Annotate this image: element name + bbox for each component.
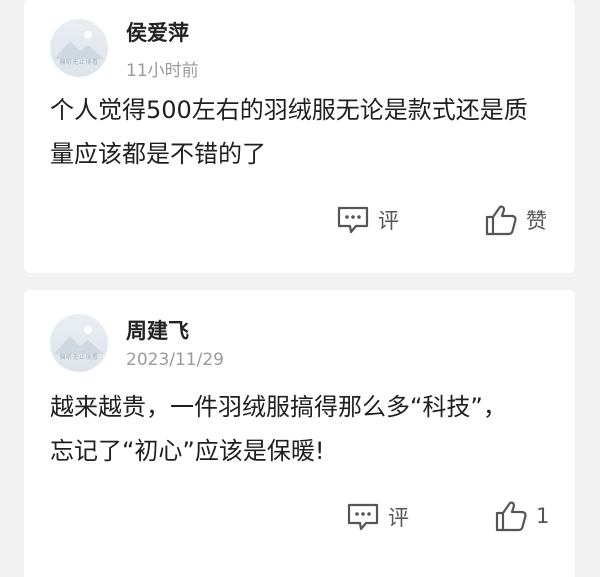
mountain-icon bbox=[54, 31, 104, 59]
like-label: 赞 bbox=[526, 209, 547, 233]
comment-text: 越来越贵，一件羽绒服搞得那么多“科技”，忘记了“初心”应该是保暖! bbox=[50, 393, 507, 465]
reply-label: 评 bbox=[388, 506, 409, 530]
reply-button[interactable]: 评 bbox=[336, 205, 399, 235]
username[interactable]: 周建飞 bbox=[126, 315, 189, 345]
comment-bubble-icon bbox=[337, 206, 369, 234]
reply-button[interactable]: 评 bbox=[346, 502, 409, 532]
avatar[interactable]: 偏听无止境看 bbox=[50, 314, 108, 372]
thumbs-up-icon bbox=[495, 501, 527, 532]
reply-label: 评 bbox=[378, 209, 399, 233]
avatar[interactable]: 偏听无止境看 bbox=[50, 19, 108, 77]
avatar-caption: 偏听无止境看 bbox=[59, 354, 99, 361]
like-count: 1 bbox=[536, 504, 550, 528]
comment-text: 个人觉得500左右的羽绒服无论是款式还是质量应该都是不错的了 bbox=[50, 96, 528, 168]
comment-bubble-icon bbox=[347, 503, 379, 531]
avatar-caption: 偏听无止境看 bbox=[59, 59, 99, 66]
comment-card: 偏听无止境看 侯爱萍 11小时前 个人觉得500左右的羽绒服无论是款式还是质量应… bbox=[24, 0, 575, 273]
like-button[interactable]: 1 bbox=[494, 499, 549, 533]
thumbs-up-icon bbox=[485, 205, 517, 236]
username[interactable]: 侯爱萍 bbox=[126, 17, 189, 47]
timestamp: 11小时前 bbox=[126, 61, 199, 81]
timestamp: 2023/11/29 bbox=[126, 350, 224, 370]
like-button[interactable]: 赞 bbox=[484, 203, 547, 237]
comment-card: 偏听无止境看 周建飞 2023/11/29 越来越贵，一件羽绒服搞得那么多“科技… bbox=[24, 290, 575, 577]
mountain-icon bbox=[54, 326, 104, 354]
